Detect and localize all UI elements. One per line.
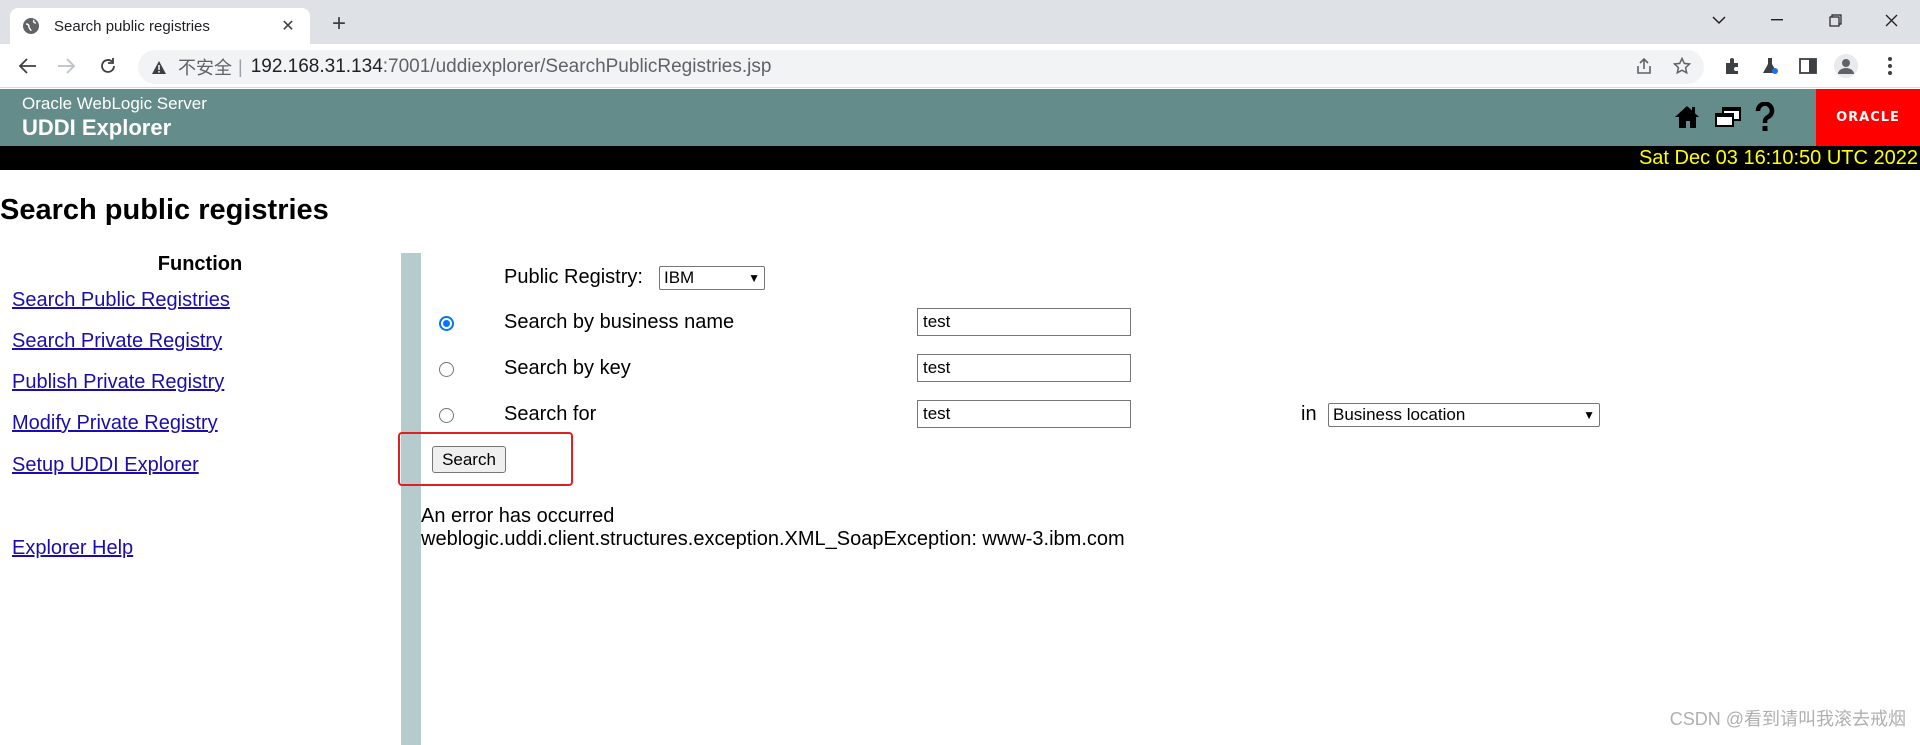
product-name: Oracle WebLogic Server bbox=[22, 94, 207, 113]
weblogic-header: Oracle WebLogic Server UDDI Explorer ORA… bbox=[0, 89, 1920, 146]
profile-avatar-icon[interactable] bbox=[1832, 52, 1860, 80]
search-for-value: test bbox=[923, 404, 951, 423]
warning-icon[interactable] bbox=[150, 58, 168, 76]
business-name-value: test bbox=[923, 312, 951, 331]
search-by-key-label: Search by key bbox=[504, 357, 631, 379]
server-datetime: Sat Dec 03 16:10:50 UTC 2022 bbox=[1638, 147, 1918, 169]
annotation-highlight-box bbox=[398, 432, 573, 486]
url-separator: | bbox=[238, 56, 243, 77]
search-scope-select[interactable]: Business location ▼ bbox=[1328, 403, 1600, 427]
date-bar: Sat Dec 03 16:10:50 UTC 2022 bbox=[0, 146, 1920, 170]
globe-icon bbox=[22, 17, 40, 35]
tab-close-icon[interactable]: ✕ bbox=[278, 16, 298, 36]
extensions-icon[interactable] bbox=[1718, 52, 1746, 80]
home-icon[interactable] bbox=[1672, 101, 1702, 133]
radio-search-by-key[interactable] bbox=[439, 362, 454, 377]
error-detail: weblogic.uddi.client.structures.exceptio… bbox=[421, 528, 1125, 550]
search-key-input[interactable]: test bbox=[917, 354, 1131, 382]
side-panel-icon[interactable] bbox=[1794, 52, 1822, 80]
link-search-private-registry[interactable]: Search Private Registry bbox=[12, 330, 222, 353]
link-modify-private-registry[interactable]: Modify Private Registry bbox=[12, 412, 218, 435]
oracle-logo: ORACLE bbox=[1816, 89, 1920, 146]
function-heading: Function bbox=[157, 253, 243, 275]
error-title: An error has occurred bbox=[421, 505, 615, 527]
forward-icon[interactable] bbox=[52, 52, 80, 80]
radio-search-for[interactable] bbox=[439, 408, 454, 423]
restore-icon[interactable] bbox=[1806, 0, 1864, 40]
windows-icon[interactable] bbox=[1713, 101, 1743, 133]
search-scope-value: Business location bbox=[1333, 405, 1466, 424]
reload-icon[interactable] bbox=[94, 52, 122, 80]
in-label: in bbox=[1301, 403, 1317, 425]
browser-tab[interactable]: Search public registries ✕ bbox=[10, 8, 310, 44]
business-name-input[interactable]: test bbox=[917, 308, 1131, 336]
search-for-input[interactable]: test bbox=[917, 400, 1131, 428]
tab-search-chevron-icon[interactable] bbox=[1690, 0, 1748, 40]
search-key-value: test bbox=[923, 358, 951, 377]
tab-title: Search public registries bbox=[54, 17, 210, 35]
link-publish-private-registry[interactable]: Publish Private Registry bbox=[12, 371, 224, 394]
url-path: :7001/uddiexplorer/SearchPublicRegistrie… bbox=[382, 56, 772, 77]
browser-tab-bar: Search public registries ✕ + bbox=[0, 0, 1920, 44]
browser-toolbar: 不安全 | 192.168.31.134 :7001/uddiexplorer/… bbox=[0, 44, 1920, 88]
url-host: 192.168.31.134 bbox=[250, 56, 383, 77]
browser-menu-icon[interactable] bbox=[1876, 52, 1904, 80]
help-icon[interactable] bbox=[1750, 101, 1780, 133]
link-explorer-help[interactable]: Explorer Help bbox=[12, 537, 133, 560]
minimize-icon[interactable] bbox=[1748, 0, 1806, 40]
share-icon[interactable] bbox=[1630, 52, 1658, 80]
address-bar[interactable]: 不安全 | 192.168.31.134 :7001/uddiexplorer/… bbox=[138, 50, 1704, 84]
page-title: Search public registries bbox=[0, 194, 329, 226]
watermark-text: CSDN @看到请叫我滚去戒烟 bbox=[1669, 709, 1906, 729]
content-divider bbox=[401, 253, 421, 745]
public-registry-label: Public Registry: bbox=[504, 266, 643, 288]
chevron-down-icon: ▼ bbox=[748, 271, 760, 285]
business-name-label: Search by business name bbox=[504, 311, 735, 333]
security-label[interactable]: 不安全 bbox=[178, 54, 232, 80]
search-for-label: Search for bbox=[504, 403, 597, 425]
radio-business-name[interactable] bbox=[439, 316, 454, 331]
labs-flask-icon[interactable] bbox=[1756, 52, 1784, 80]
link-search-public-registries[interactable]: Search Public Registries bbox=[12, 289, 230, 312]
app-name: UDDI Explorer bbox=[22, 115, 172, 140]
bookmark-star-icon[interactable] bbox=[1668, 52, 1696, 80]
new-tab-icon[interactable]: + bbox=[324, 9, 354, 39]
public-registry-select[interactable]: IBM ▼ bbox=[659, 266, 765, 290]
close-window-icon[interactable] bbox=[1862, 0, 1920, 40]
chevron-down-icon: ▼ bbox=[1583, 408, 1595, 422]
link-setup-uddi-explorer[interactable]: Setup UDDI Explorer bbox=[12, 454, 199, 477]
back-icon[interactable] bbox=[14, 52, 42, 80]
public-registry-value: IBM bbox=[664, 268, 695, 287]
